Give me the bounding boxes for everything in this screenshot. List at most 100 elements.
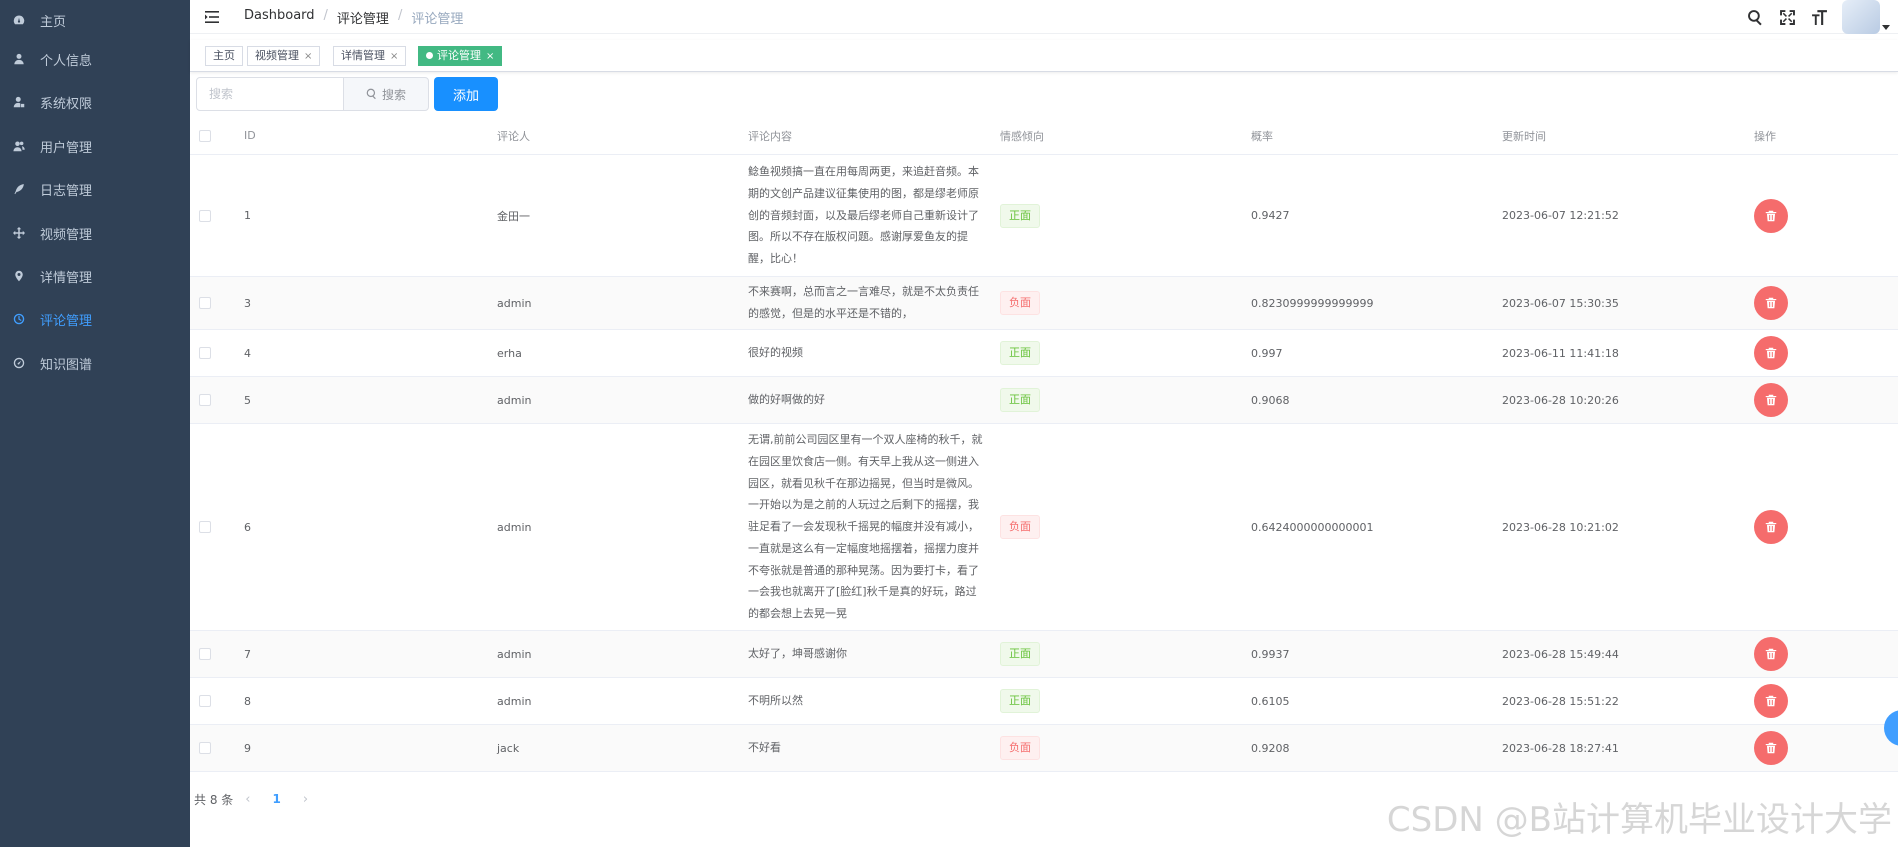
delete-button[interactable] <box>1754 637 1788 671</box>
trash-icon <box>1765 297 1777 309</box>
tag-1[interactable]: 视频管理 × <box>247 46 321 66</box>
pagination-next-button[interactable]: › <box>303 792 308 807</box>
sidebar-item-7[interactable]: 评论管理 <box>0 299 190 339</box>
cell-actions <box>1754 277 1788 329</box>
column-header: 更新时间 <box>1502 129 1546 143</box>
cell-updated-time: 2023-06-07 12:21:52 <box>1502 209 1619 222</box>
breadcrumb-item-section[interactable]: 评论管理 <box>337 8 389 27</box>
trash-icon <box>1765 394 1777 406</box>
column-header: 操作 <box>1754 129 1776 143</box>
pagination-prev-button[interactable]: ‹ <box>245 792 250 807</box>
table-row[interactable]: 7 admin 太好了，坤哥感谢你 正面 0.9937 2023-06-28 15:49:… <box>190 631 1898 678</box>
close-icon[interactable]: × <box>304 51 312 62</box>
search-icon[interactable] <box>1746 8 1764 26</box>
column-header: 概率 <box>1251 129 1273 143</box>
row-checkbox[interactable] <box>199 347 211 359</box>
cell-probability: 0.6424000000000001 <box>1251 520 1374 534</box>
cell-id: 3 <box>244 296 251 310</box>
row-select-cell <box>199 330 211 376</box>
fullscreen-icon[interactable] <box>1778 8 1796 26</box>
sentiment-badge: 正面 <box>1000 341 1040 365</box>
delete-button[interactable] <box>1754 286 1788 320</box>
cell-actions <box>1754 725 1788 771</box>
watermark: CSDN @B站计算机毕业设计大学 <box>1386 800 1892 840</box>
cell-probability: 0.9208 <box>1251 741 1290 755</box>
tag-label: 详情管理 <box>341 49 385 62</box>
cell-sentiment: 正面 <box>1000 631 1040 677</box>
sidebar-item-0[interactable]: 主页 <box>0 0 190 40</box>
row-checkbox[interactable] <box>199 521 211 533</box>
search-input[interactable] <box>196 77 344 111</box>
close-icon[interactable]: × <box>390 51 398 62</box>
column-header: 情感倾向 <box>1000 129 1044 143</box>
table-row[interactable]: 1 金田一 鲶鱼视频搞一直在用每周两更，来追赶音频。本期的文创产品建议征集使用的图，… <box>190 155 1898 277</box>
row-checkbox[interactable] <box>199 695 211 707</box>
gauge-icon <box>12 356 26 370</box>
sidebar-item-1[interactable]: 个人信息 <box>0 39 190 79</box>
cell-user: admin <box>497 520 532 534</box>
delete-button[interactable] <box>1754 383 1788 417</box>
cell-content: 无谓,前前公司园区里有一个双人座椅的秋千，就在园区里饮食店一侧。有天早上我从这一… <box>748 424 984 630</box>
cell-user: admin <box>497 393 532 407</box>
comment-text: 太好了，坤哥感谢你 <box>748 647 847 661</box>
row-select-cell <box>199 155 211 276</box>
cell-id: 1 <box>244 209 251 222</box>
avatar[interactable] <box>1842 0 1890 34</box>
delete-button[interactable] <box>1754 336 1788 370</box>
row-checkbox[interactable] <box>199 648 211 660</box>
comment-text: 无谓,前前公司园区里有一个双人座椅的秋千，就在园区里饮食店一侧。有天早上我从这一… <box>748 432 983 621</box>
sidebar-item-3[interactable]: 用户管理 <box>0 126 190 166</box>
tag-2[interactable]: 详情管理 × <box>333 46 407 66</box>
sidebar-item-8[interactable]: 知识图谱 <box>0 343 190 383</box>
pagination: 共 8 条 ‹ 1 › <box>194 789 320 809</box>
cell-id: 7 <box>244 647 251 661</box>
table-row[interactable]: 6 admin 无谓,前前公司园区里有一个双人座椅的秋千，就在园区里饮食店一侧。有天… <box>190 424 1898 631</box>
sidebar-item-4[interactable]: 日志管理 <box>0 169 190 209</box>
table-row[interactable]: 5 admin 做的好啊做的好 正面 0.9068 2023-06-28 10:20:26 <box>190 377 1898 424</box>
table-row[interactable]: 4 erha 很好的视频 正面 0.997 2023-06-11 11:41:18 <box>190 330 1898 377</box>
row-checkbox[interactable] <box>199 297 211 309</box>
comment-text: 不来赛啊，总而言之一言难尽，就是不太负责任的感觉，但是的水平还是不错的， <box>748 285 979 320</box>
delete-button[interactable] <box>1754 684 1788 718</box>
cell-id: 8 <box>244 694 251 708</box>
sentiment-badge: 正面 <box>1000 203 1040 228</box>
row-checkbox[interactable] <box>199 742 211 754</box>
cell-probability: 0.8230999999999999 <box>1251 296 1374 310</box>
cell-id: 5 <box>244 393 251 407</box>
pagination-page-current[interactable]: 1 <box>272 792 280 806</box>
trash-icon <box>1765 347 1777 359</box>
sidebar-item-5[interactable]: 视频管理 <box>0 213 190 253</box>
search-button-label: 搜索 <box>381 87 406 102</box>
move-icon <box>12 226 26 240</box>
table-row[interactable]: 9 jack 不好看 负面 0.9208 2023-06-28 18:27:41 <box>190 725 1898 772</box>
cell-updated-time: 2023-06-28 15:49:44 <box>1502 647 1619 661</box>
row-checkbox[interactable] <box>199 394 211 406</box>
cell-actions <box>1754 424 1788 630</box>
comment-text: 很好的视频 <box>748 346 803 360</box>
delete-button[interactable] <box>1754 510 1788 544</box>
table-row[interactable]: 8 admin 不明所以然 正面 0.6105 2023-06-28 15:51:22 <box>190 678 1898 725</box>
tag-3[interactable]: 评论管理 × <box>418 46 503 66</box>
cell-content: 做的好啊做的好 <box>748 377 984 423</box>
delete-button[interactable] <box>1754 198 1788 233</box>
search-button[interactable]: 搜索 <box>343 77 429 111</box>
sidebar-item-2[interactable]: 系统权限 <box>0 82 190 122</box>
select-all-checkbox[interactable] <box>199 129 211 142</box>
cell-updated-time: 2023-06-28 18:27:41 <box>1502 741 1619 755</box>
cell-updated-time: 2023-06-28 10:20:26 <box>1502 393 1619 407</box>
search-icon <box>366 88 376 100</box>
add-button[interactable]: 添加 <box>434 77 498 111</box>
table-row[interactable]: 3 admin 不来赛啊，总而言之一言难尽，就是不太负责任的感觉，但是的水平还是不错… <box>190 277 1898 330</box>
font-size-icon[interactable] <box>1810 8 1828 26</box>
breadcrumb-item-dashboard[interactable]: Dashboard <box>244 8 315 27</box>
delete-button[interactable] <box>1754 731 1788 765</box>
cell-actions <box>1754 330 1788 376</box>
tag-0[interactable]: 主页 <box>205 46 243 66</box>
close-icon[interactable]: × <box>486 51 494 62</box>
cell-content: 不来赛啊，总而言之一言难尽，就是不太负责任的感觉，但是的水平还是不错的， <box>748 277 984 329</box>
comment-text: 做的好啊做的好 <box>748 393 825 407</box>
cell-sentiment: 负面 <box>1000 277 1040 329</box>
sidebar-item-6[interactable]: 详情管理 <box>0 256 190 296</box>
row-checkbox[interactable] <box>199 209 211 222</box>
hamburger-icon[interactable] <box>204 9 220 25</box>
